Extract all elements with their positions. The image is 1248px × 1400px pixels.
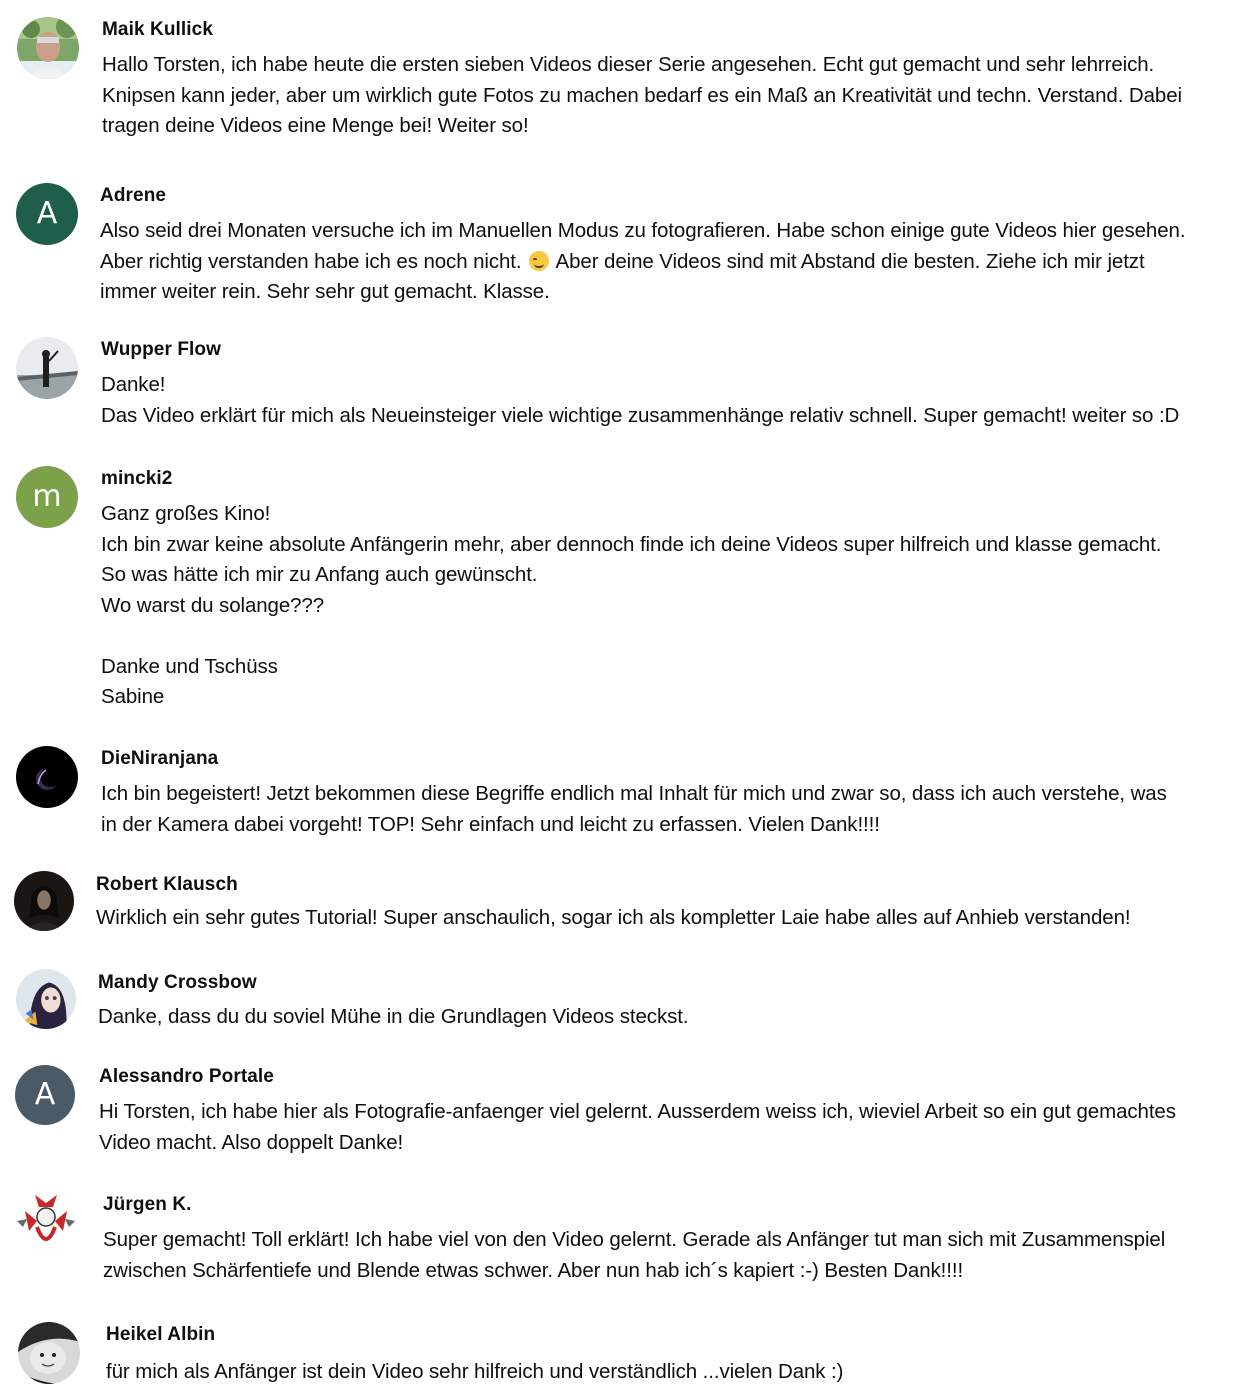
comment-author[interactable]: Adrene [100,184,166,208]
avatar[interactable]: A [16,183,78,245]
comment-text: für mich als Anfänger ist dein Video seh… [106,1360,844,1383]
user-photo-avatar [17,17,79,79]
child-photo-avatar [18,1322,80,1384]
avatar[interactable] [18,1322,80,1384]
comment-author[interactable]: Maik Kullick [102,18,213,42]
avatar-letter: A [36,196,58,231]
comment-author[interactable]: Mandy Crossbow [98,971,257,995]
comment-author[interactable]: Wupper Flow [101,338,221,362]
avatar[interactable] [17,17,79,79]
avatar-letter: A [34,1077,56,1112]
illustrated-portrait-avatar [16,969,76,1029]
smiling-face-emoji-icon [529,250,550,271]
comment-text: Hi Torsten, ich habe hier als Fotografie… [99,1100,1176,1154]
comment-author[interactable]: Heikel Albin [106,1323,215,1347]
comment-text: Hallo Torsten, ich habe heute die ersten… [102,53,1182,137]
comment-text: Wirklich ein sehr gutes Tutorial! Super … [96,906,1131,929]
comment-text: Danke, dass du du soviel Mühe in die Gru… [98,1005,689,1028]
avatar[interactable] [16,969,76,1029]
comment-author[interactable]: Robert Klausch [96,873,238,897]
comment-text: Also seid drei Monaten versuche ich im M… [100,216,1248,308]
avatar[interactable]: m [16,466,78,528]
comment-text: Danke! Das Video erklärt für mich als Ne… [101,373,1180,427]
comment-author[interactable]: mincki2 [101,467,172,491]
avatar[interactable] [16,746,78,808]
avatar[interactable]: A [15,1065,75,1125]
eclipse-photo-avatar [16,746,78,808]
comment-author[interactable]: Jürgen K. [103,1193,192,1217]
dark-portrait-photo-avatar [14,871,74,931]
avatar[interactable] [16,337,78,399]
avatar-letter: m [32,479,62,514]
comment-text: Ganz großes Kino! Ich bin zwar keine abs… [101,502,1162,708]
avatar[interactable] [15,1191,77,1253]
comment-author[interactable]: DieNiranjana [101,747,218,771]
comment-text: Super gemacht! Toll erklärt! Ich habe vi… [103,1228,1166,1282]
person-silhouette-photo-avatar [16,337,78,399]
avatar[interactable] [14,871,74,931]
comment-author[interactable]: Alessandro Portale [99,1065,274,1089]
crest-emblem-avatar [15,1191,77,1253]
comment-text: Ich bin begeistert! Jetzt bekommen diese… [101,782,1167,836]
